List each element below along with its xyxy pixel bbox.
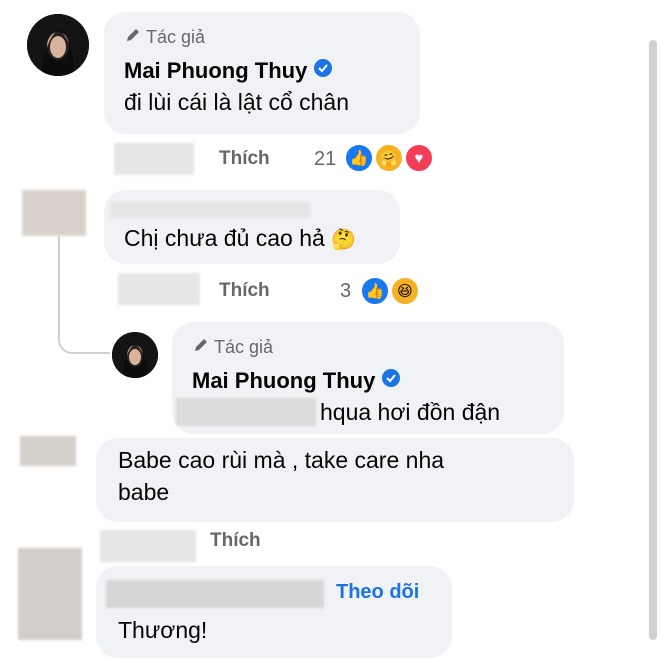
pencil-icon (124, 26, 142, 49)
comment-text: hqua hơi đồn đận (320, 399, 501, 425)
verified-badge-icon (313, 58, 333, 84)
commenter-name-label: Mai Phuong Thuy (192, 368, 376, 393)
like-reaction-icon: 👍 (344, 143, 374, 173)
author-tag-label: Tác giả (146, 27, 206, 47)
comment-text: Chị chưa đủ cao hả 🤔 (124, 222, 356, 256)
blurred-commenter-name (106, 580, 324, 608)
avatar-blurred[interactable] (20, 436, 76, 466)
blurred-timestamp (114, 143, 194, 175)
comment-text-line: Babe cao rùi mà , take care nha (118, 447, 445, 473)
avatar-mai-phuong-thuy[interactable] (112, 332, 158, 378)
commenter-name[interactable]: Mai Phuong Thuy (192, 368, 401, 394)
comment-text-content: Chị chưa đủ cao hả (124, 225, 325, 251)
pencil-icon (192, 336, 210, 359)
scrollbar[interactable] (649, 40, 657, 640)
verified-badge-icon (381, 368, 401, 394)
reaction-count[interactable]: 3 (340, 280, 351, 303)
like-reaction-icon: 👍 (360, 276, 390, 306)
author-tag-label: Tác giả (214, 337, 274, 357)
avatar-blurred[interactable] (22, 190, 86, 236)
commenter-name-label: Mai Phuong Thuy (124, 58, 308, 83)
care-reaction-icon: 🤗 (374, 143, 404, 173)
like-button[interactable]: Thích (219, 148, 270, 170)
like-button[interactable]: Thích (210, 530, 261, 552)
thread-connector (58, 300, 110, 354)
love-reaction-icon: ♥ (404, 143, 434, 173)
like-button[interactable]: Thích (219, 280, 270, 302)
thinking-emoji-icon: 🤔 (331, 229, 357, 251)
comment-text: Thương! (118, 617, 208, 643)
author-tag: Tác giả (192, 336, 273, 359)
comment-text: Babe cao rùi mà , take care nha babe (118, 444, 444, 508)
blurred-commenter-name (110, 202, 310, 218)
avatar-mai-phuong-thuy[interactable] (27, 14, 89, 76)
blurred-mention (176, 398, 316, 426)
follow-button[interactable]: Theo dõi (336, 581, 419, 604)
comment-text: đi lùi cái là lật cổ chân (124, 89, 350, 115)
commenter-name[interactable]: Mai Phuong Thuy (124, 58, 333, 84)
comment-text-line: babe (118, 479, 170, 505)
avatar-blurred[interactable] (18, 548, 82, 640)
haha-reaction-icon: 😆 (390, 276, 420, 306)
author-tag: Tác giả (124, 26, 205, 49)
reaction-count[interactable]: 21 (314, 148, 336, 171)
blurred-timestamp (100, 530, 196, 562)
blurred-timestamp (118, 273, 200, 305)
